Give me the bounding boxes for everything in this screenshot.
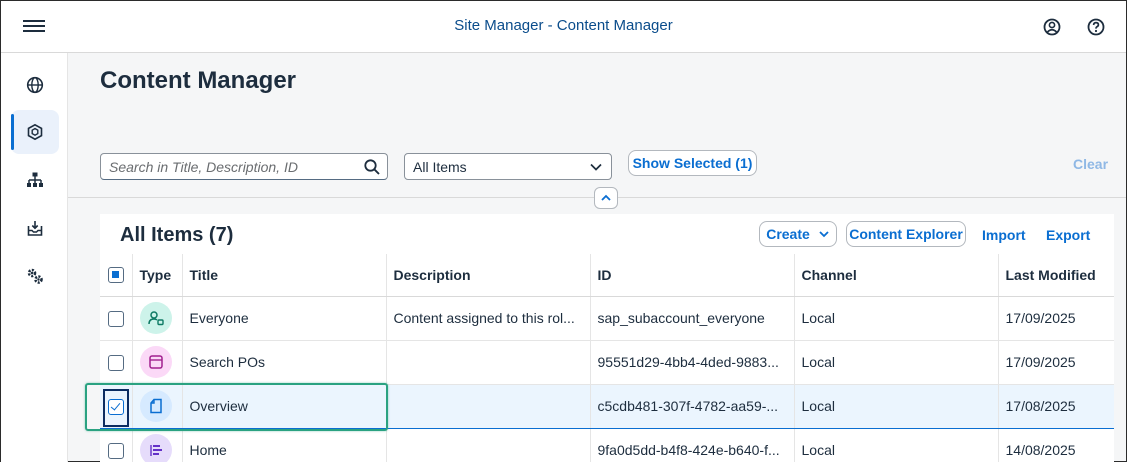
row-checkbox[interactable] (108, 442, 124, 459)
row-channel: Local (794, 340, 999, 385)
row-last-modified: 17/09/2025 (998, 296, 1114, 341)
user-profile-icon[interactable] (1042, 17, 1062, 37)
row-checkbox[interactable] (108, 310, 124, 327)
table-row[interactable]: Overview c5cdb481-307f-4782-aa59-... Loc… (100, 384, 1114, 429)
column-header-title[interactable]: Title (182, 254, 387, 297)
row-description (386, 384, 591, 429)
create-button[interactable]: Create (759, 221, 837, 247)
search-icon[interactable] (363, 158, 381, 176)
show-selected-button[interactable]: Show Selected (1) (628, 150, 757, 176)
content-cube-icon (27, 123, 43, 141)
table-row[interactable]: Everyone Content assigned to this rol...… (100, 296, 1114, 341)
row-channel: Local (794, 384, 999, 429)
row-channel: Local (794, 428, 999, 462)
items-panel: All Items (7) Create Content Explorer Im… (100, 214, 1114, 462)
row-title: Search POs (182, 340, 387, 385)
row-id: sap_subaccount_everyone (590, 296, 795, 341)
column-header-type[interactable]: Type (132, 254, 183, 297)
side-navigation (1, 53, 68, 462)
shell-title: Site Manager - Content Manager (454, 17, 673, 34)
chevron-up-icon (601, 194, 611, 201)
help-icon[interactable] (1086, 17, 1106, 37)
shell-bar: Site Manager - Content Manager (1, 1, 1126, 53)
items-filter-select[interactable]: All Items (404, 153, 612, 180)
inbox-download-icon (27, 221, 43, 236)
column-header-description[interactable]: Description (386, 254, 591, 297)
page-icon (139, 390, 172, 422)
nav-item-transport[interactable] (11, 206, 59, 250)
row-last-modified: 14/08/2025 (998, 428, 1114, 462)
panel-title: All Items (7) (120, 224, 234, 246)
app-icon (139, 346, 172, 378)
export-button[interactable]: Export (1046, 227, 1090, 243)
chevron-down-icon (590, 163, 602, 171)
nav-item-settings[interactable] (11, 254, 59, 298)
column-header-last-modified[interactable]: Last Modified (998, 254, 1114, 297)
hierarchy-icon (27, 172, 43, 187)
page-title: Content Manager (100, 67, 297, 94)
row-checkbox[interactable] (108, 354, 124, 371)
row-title: Home (182, 428, 387, 462)
content-explorer-button[interactable]: Content Explorer (846, 221, 966, 247)
row-channel: Local (794, 296, 999, 341)
items-table: Type Title Description ID Channel Last M… (100, 254, 1114, 462)
clear-link[interactable]: Clear (1073, 156, 1108, 172)
nav-item-structure[interactable] (11, 158, 59, 202)
select-value: All Items (413, 159, 467, 175)
nav-item-sites[interactable] (11, 63, 59, 107)
workspace-icon (139, 434, 172, 462)
collapse-header-button[interactable] (594, 187, 618, 209)
row-id: c5cdb481-307f-4782-aa59-... (590, 384, 795, 429)
row-title: Everyone (182, 296, 387, 341)
row-description: Content assigned to this rol... (386, 296, 591, 341)
select-all-checkbox[interactable] (108, 267, 124, 284)
row-last-modified: 17/09/2025 (998, 340, 1114, 385)
row-checkbox[interactable] (108, 398, 124, 415)
row-last-modified: 17/08/2025 (998, 384, 1114, 429)
globe-icon (26, 76, 44, 94)
row-id: 9fa0d5dd-b4f8-424e-b640-f... (590, 428, 795, 462)
column-header-id[interactable]: ID (590, 254, 795, 297)
nav-item-content-manager[interactable] (11, 110, 59, 154)
chevron-down-icon (819, 231, 829, 238)
row-id: 95551d29-4bb4-4ded-9883... (590, 340, 795, 385)
settings-gears-icon (27, 268, 43, 284)
row-title: Overview (182, 384, 387, 429)
table-header-row: Type Title Description ID Channel Last M… (100, 254, 1114, 297)
search-input[interactable] (101, 154, 351, 179)
select-all-cell[interactable] (100, 254, 133, 297)
row-description (386, 340, 591, 385)
search-field[interactable] (100, 153, 388, 180)
row-description (386, 428, 591, 462)
import-button[interactable]: Import (982, 227, 1026, 243)
table-row[interactable]: Search POs 95551d29-4bb4-4ded-9883... Lo… (100, 340, 1114, 385)
table-row[interactable]: Home 9fa0d5dd-b4f8-424e-b640-f... Local … (100, 428, 1114, 462)
role-icon (139, 302, 172, 334)
column-header-channel[interactable]: Channel (794, 254, 999, 297)
create-button-label: Create (766, 226, 810, 242)
